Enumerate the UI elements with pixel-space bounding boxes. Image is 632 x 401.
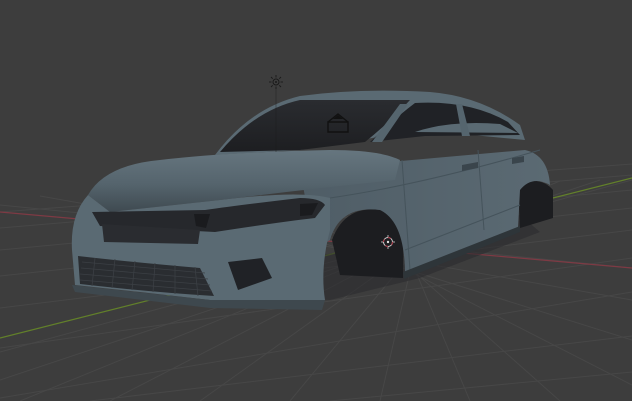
3d-viewport[interactable] xyxy=(0,0,632,401)
viewport-canvas[interactable] xyxy=(0,0,632,401)
car-model[interactable] xyxy=(71,90,553,310)
